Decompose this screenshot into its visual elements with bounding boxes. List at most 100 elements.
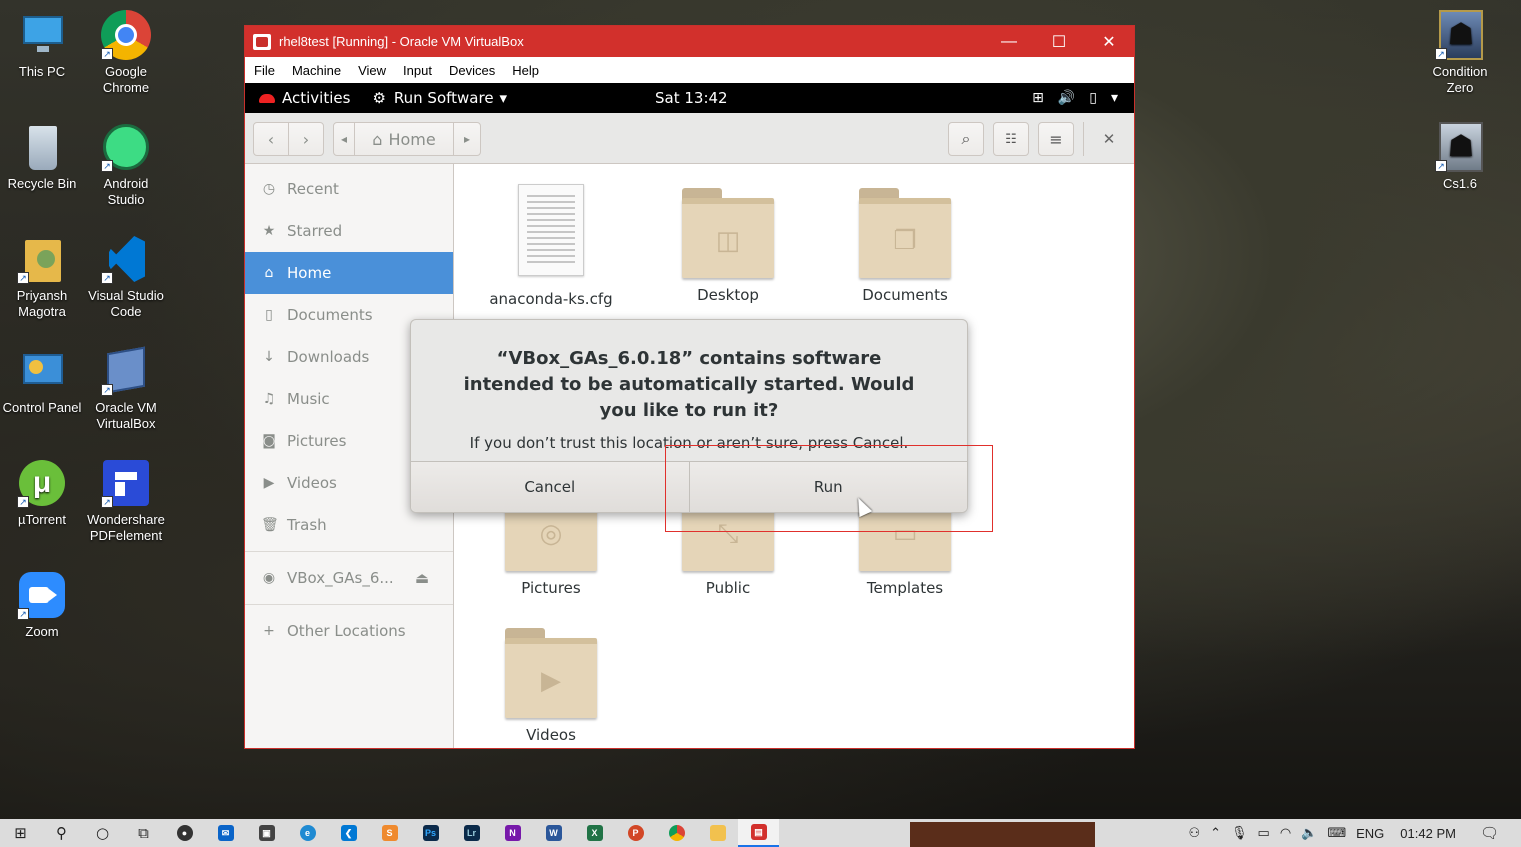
menu-view[interactable]: View bbox=[358, 63, 386, 78]
desktop-icon-android-studio[interactable]: ↗ Android Studio bbox=[84, 122, 168, 208]
word-icon: W bbox=[545, 825, 562, 841]
maximize-button[interactable]: ☐ bbox=[1034, 26, 1084, 57]
minimize-button[interactable]: — bbox=[984, 26, 1034, 57]
menu-input[interactable]: Input bbox=[403, 63, 432, 78]
hamburger-icon: ≡ bbox=[1049, 129, 1063, 149]
run-button[interactable]: Run bbox=[689, 462, 967, 512]
virtualbox-icon: ↗ bbox=[101, 346, 151, 396]
taskbar-app-chrome[interactable] bbox=[656, 819, 697, 847]
taskbar-app-store[interactable]: ▣ bbox=[246, 819, 287, 847]
file-label: Videos bbox=[526, 726, 576, 744]
battery-icon: ▯ bbox=[1089, 90, 1097, 106]
people-icon[interactable]: ⚇ bbox=[1188, 825, 1200, 841]
language-indicator[interactable]: ENG bbox=[1356, 826, 1384, 841]
menu-help[interactable]: Help bbox=[512, 63, 539, 78]
path-left-button[interactable]: ◂ bbox=[333, 122, 355, 156]
search-button[interactable]: ⚲ bbox=[41, 819, 82, 847]
task-view-button[interactable]: ⧉ bbox=[123, 819, 164, 847]
sidebar-item-home[interactable]: ⌂ Home bbox=[245, 252, 453, 294]
path-home-button[interactable]: ⌂ Home bbox=[354, 122, 454, 156]
file-item-anaconda[interactable]: anaconda-ks.cfg bbox=[476, 184, 626, 308]
taskbar-app-word[interactable]: W bbox=[533, 819, 574, 847]
sidebar-item-label: Videos bbox=[287, 474, 337, 492]
file-label: Documents bbox=[862, 286, 948, 304]
home-icon: ⌂ bbox=[372, 129, 383, 149]
app-menu[interactable]: ⚙ Run Software ▾ bbox=[372, 89, 507, 107]
menu-file[interactable]: File bbox=[254, 63, 275, 78]
file-item-desktop[interactable]: ◫ Desktop bbox=[653, 188, 803, 304]
menu-devices[interactable]: Devices bbox=[449, 63, 495, 78]
taskbar-clock[interactable]: 01:42 PM bbox=[1400, 826, 1456, 841]
store-icon: ▣ bbox=[258, 825, 275, 841]
keyboard-icon[interactable]: ⌨ bbox=[1327, 825, 1346, 841]
eject-icon[interactable]: ⏏ bbox=[415, 569, 429, 587]
sidebar-item-other-locations[interactable]: + Other Locations bbox=[245, 610, 453, 652]
desktop-icon-condition-zero[interactable]: ☗ ↗ Condition Zero bbox=[1418, 10, 1502, 96]
forward-button[interactable]: › bbox=[288, 122, 324, 156]
desktop-icon-pdfelement[interactable]: ↗ Wondershare PDFelement bbox=[84, 458, 168, 544]
menu-button[interactable]: ≡ bbox=[1038, 122, 1074, 156]
file-label: anaconda-ks.cfg bbox=[489, 290, 613, 308]
wifi-icon[interactable]: ◠ bbox=[1280, 825, 1291, 841]
desktop-icon-recycle-bin[interactable]: Recycle Bin bbox=[0, 122, 84, 192]
desktop-icon-label: Android Studio bbox=[103, 176, 149, 207]
taskbar-app-sublime[interactable]: S bbox=[369, 819, 410, 847]
file-item-documents[interactable]: ❐ Documents bbox=[830, 188, 980, 304]
speaker-icon[interactable]: 🔈 bbox=[1301, 825, 1317, 841]
close-button[interactable]: ✕ bbox=[1084, 26, 1134, 57]
desktop-icon-this-pc[interactable]: This PC bbox=[0, 10, 84, 80]
desktop-icon-utorrent[interactable]: μ ↗ µTorrent bbox=[0, 458, 84, 528]
taskbar-app-excel[interactable]: X bbox=[574, 819, 615, 847]
disc-icon: ◉ bbox=[262, 570, 276, 586]
desktop-icon-zoom[interactable]: ↗ Zoom bbox=[0, 570, 84, 640]
desktop-icon-label: Condition Zero bbox=[1432, 64, 1488, 95]
clock[interactable]: Sat 13:42 bbox=[655, 89, 728, 107]
desktop-icon-user-folder[interactable]: ↗ Priyansh Magotra bbox=[0, 234, 84, 320]
view-toggle-button[interactable]: ☷ bbox=[993, 122, 1029, 156]
file-item-videos[interactable]: ▶ Videos bbox=[476, 628, 626, 744]
close-window-button[interactable]: ✕ bbox=[1095, 122, 1123, 156]
cancel-button[interactable]: Cancel bbox=[411, 462, 690, 512]
microphone-icon[interactable]: 🎙 bbox=[1231, 825, 1248, 841]
taskbar-app-edge[interactable]: e bbox=[287, 819, 328, 847]
text-file-icon bbox=[518, 184, 584, 276]
start-button[interactable]: ⊞ bbox=[0, 819, 41, 847]
shortcut-arrow-icon: ↗ bbox=[17, 496, 29, 508]
shortcut-arrow-icon: ↗ bbox=[101, 496, 113, 508]
battery-icon[interactable]: ▭ bbox=[1258, 825, 1270, 841]
taskbar-app-vscode[interactable]: ❮ bbox=[328, 819, 369, 847]
activities-button[interactable]: Activities bbox=[259, 89, 350, 107]
desktop-icon-google-chrome[interactable]: ↗ Google Chrome bbox=[84, 10, 168, 96]
window-title: rhel8test [Running] - Oracle VM VirtualB… bbox=[279, 34, 524, 49]
taskbar-app-mail[interactable]: ✉ bbox=[205, 819, 246, 847]
path-right-button[interactable]: ▸ bbox=[453, 122, 481, 156]
system-tray[interactable]: ⊞ 🔊 ▯ ▾ bbox=[1032, 90, 1118, 106]
sidebar-item-recent[interactable]: ◷ Recent bbox=[245, 168, 453, 210]
cortana-button[interactable]: ○ bbox=[82, 819, 123, 847]
taskbar-window-thumbnail[interactable] bbox=[910, 822, 1095, 847]
desktop-icon-cs16[interactable]: ☗ ↗ Cs1.6 bbox=[1418, 122, 1502, 192]
taskbar-app-explorer[interactable] bbox=[697, 819, 738, 847]
counter-strike-icon: ☗ ↗ bbox=[1435, 122, 1485, 172]
taskbar-app-photoshop[interactable]: Ps bbox=[410, 819, 451, 847]
search-button[interactable]: ⌕ bbox=[948, 122, 984, 156]
taskbar-app-powerpoint[interactable]: P bbox=[615, 819, 656, 847]
gnome-top-bar: Activities ⚙ Run Software ▾ Sat 13:42 ⊞ … bbox=[245, 83, 1134, 113]
window-titlebar[interactable]: rhel8test [Running] - Oracle VM VirtualB… bbox=[245, 26, 1134, 57]
taskbar-app-virtualbox[interactable]: ▤ bbox=[738, 819, 779, 847]
chevron-up-icon[interactable]: ⌃ bbox=[1210, 825, 1221, 841]
action-center-icon[interactable]: 🗨 bbox=[1480, 824, 1499, 842]
sidebar-item-label: VBox_GAs_6... bbox=[287, 569, 394, 587]
sidebar-item-mounted-drive[interactable]: ◉ VBox_GAs_6... ⏏ bbox=[245, 557, 453, 599]
sidebar-item-starred[interactable]: ★ Starred bbox=[245, 210, 453, 252]
taskbar-app-onenote[interactable]: N bbox=[492, 819, 533, 847]
desktop-icon-vscode[interactable]: ↗ Visual Studio Code bbox=[84, 234, 168, 320]
desktop-icon-virtualbox[interactable]: ↗ Oracle VM VirtualBox bbox=[84, 346, 168, 432]
desktop-icon-control-panel[interactable]: Control Panel bbox=[0, 346, 84, 416]
menu-machine[interactable]: Machine bbox=[292, 63, 341, 78]
taskbar-app-lightroom[interactable]: Lr bbox=[451, 819, 492, 847]
powerpoint-icon: P bbox=[627, 825, 644, 841]
taskbar-app-obs[interactable]: ● bbox=[164, 819, 205, 847]
chevron-down-icon: ▾ bbox=[499, 89, 508, 107]
back-button[interactable]: ‹ bbox=[253, 122, 289, 156]
